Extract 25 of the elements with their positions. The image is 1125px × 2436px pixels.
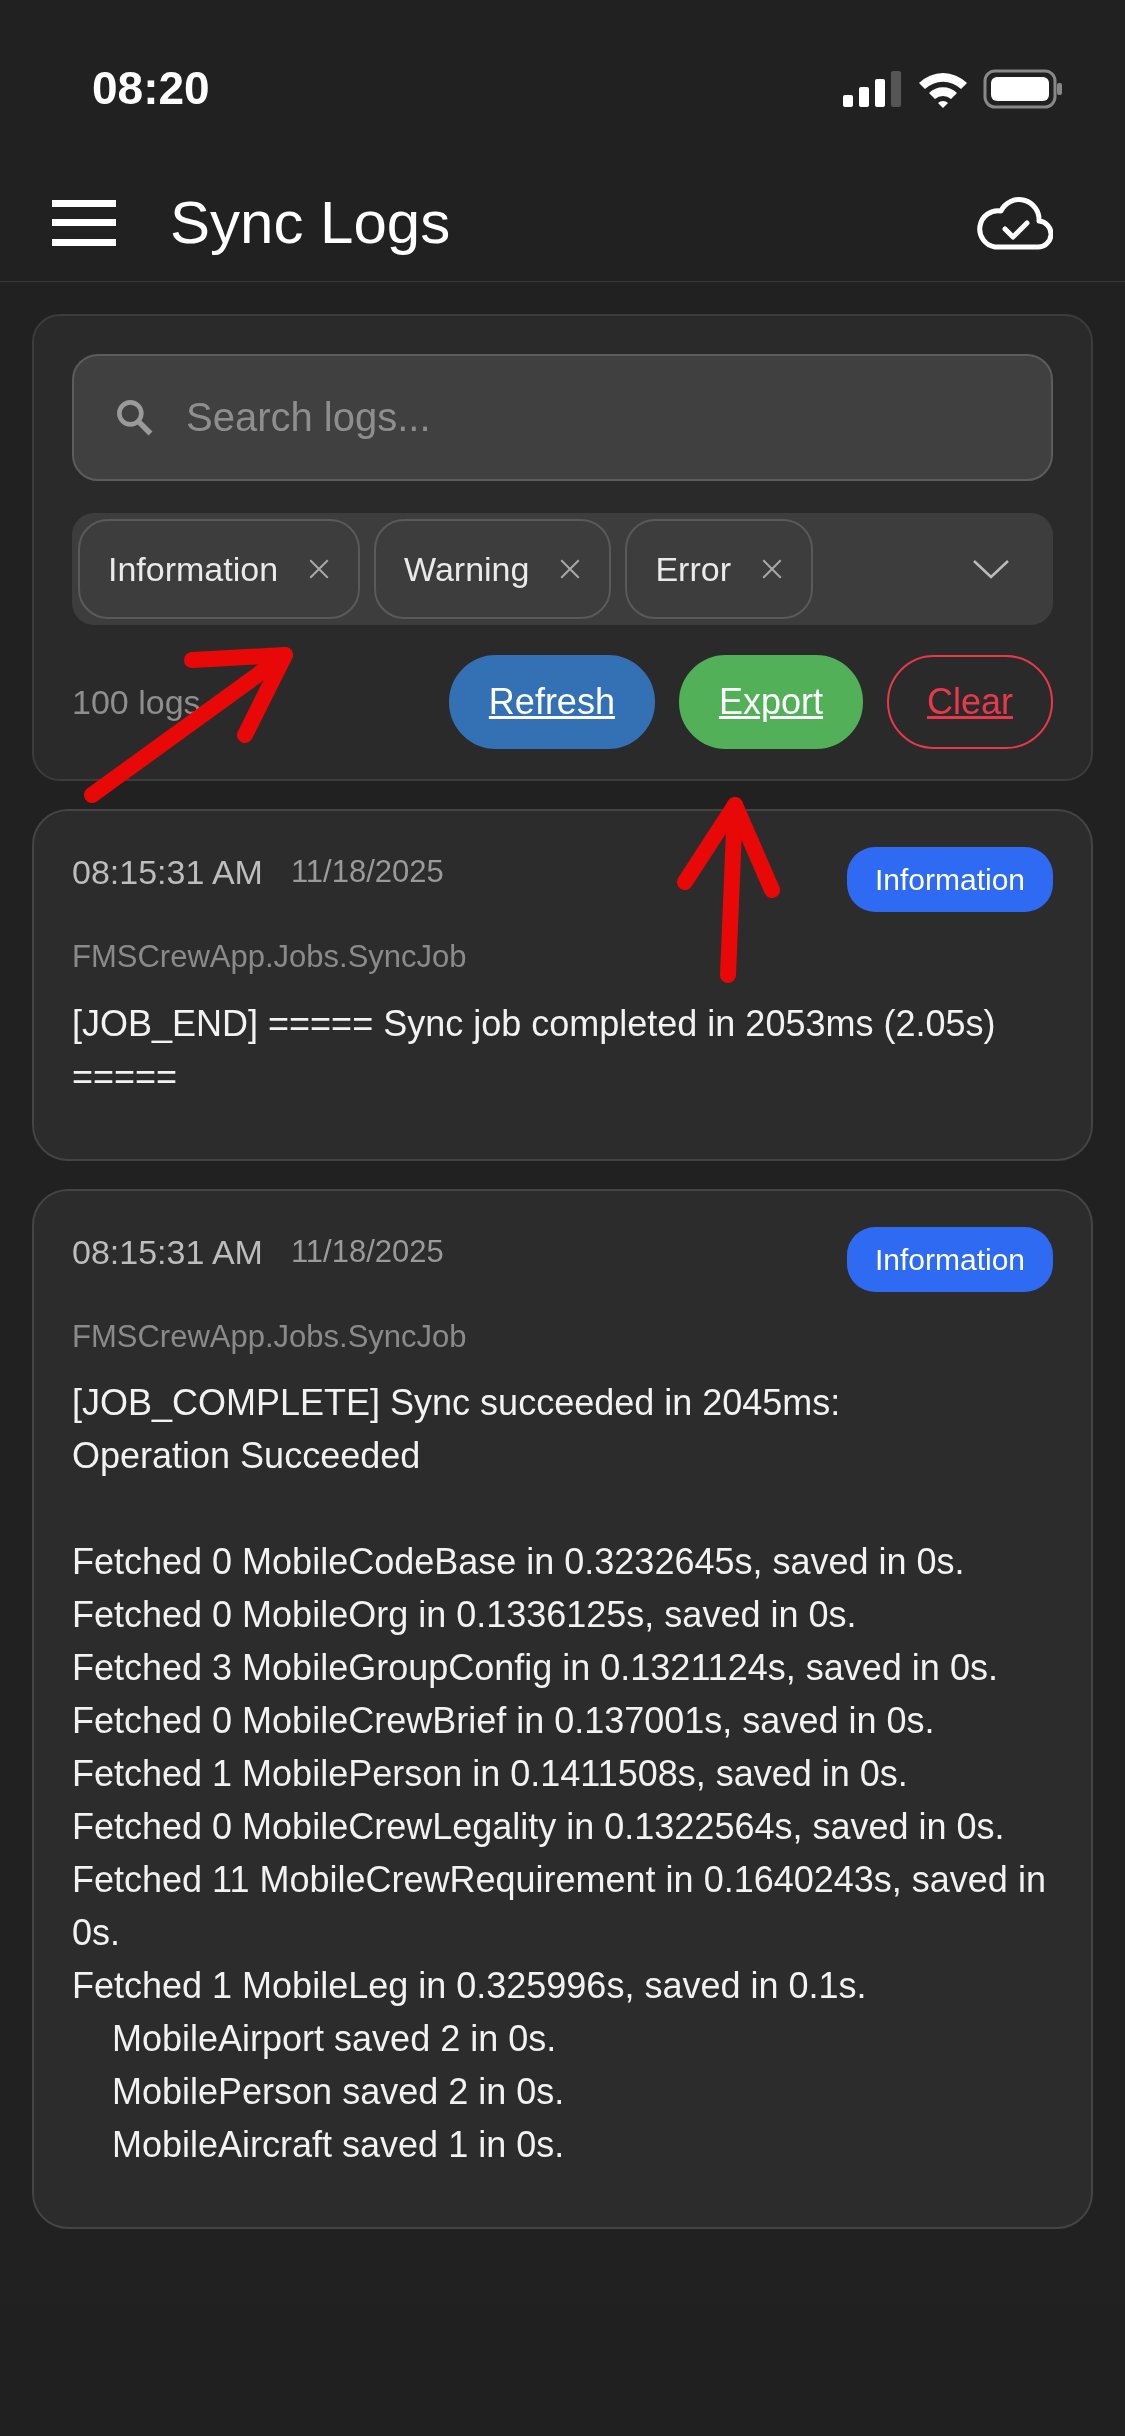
chevron-down-icon[interactable] xyxy=(971,558,1011,580)
log-source: FMSCrewApp.Jobs.SyncJob xyxy=(72,938,468,976)
level-chip[interactable]: Information xyxy=(78,519,361,619)
signal-icon xyxy=(843,70,903,107)
log-date: 11/18/2025 xyxy=(290,1232,445,1271)
action-button[interactable]: Refresh xyxy=(448,655,655,749)
action-button[interactable]: Clear xyxy=(886,655,1053,749)
level-chip[interactable]: Error xyxy=(625,519,813,619)
log-message: [JOB_END] ===== Sync job completed in 2053ms (2.05s) ===== xyxy=(72,1001,997,1099)
level-select[interactable]: Information Warning Error xyxy=(72,513,1053,625)
log-date: 11/18/2025 xyxy=(290,853,445,891)
battery-icon xyxy=(983,68,1063,109)
level-chip[interactable]: Warning xyxy=(374,519,612,619)
level-badge: Information xyxy=(846,847,1053,912)
status-time: 08:20 xyxy=(92,61,210,116)
log-message: [JOB_COMPLETE] Sync succeeded in 2045ms: Operation Succeeded Fetched 0 MobileCodeBase in 0.3232645s, saved in 0s. Fetched 0 MobileOrg in 0.1336125s, saved in 0s. Fetched 3 MobileGroupConfig in 0.1321124s, saved in 0s. Fetched 0 MobileCrewBrief in 0.137001s, saved in 0s. Fetched 1 MobilePerson in 0.1411508s, saved in 0s. Fetched 0 MobileCrewLegality in 0.1322564s, saved in 0s. Fetched 11 MobileCrewRequirement in 0.1640243s, saved in 0s. Fetched 1 MobileLeg in 0.325996s, saved in 0.1s. MobileAirport saved 2 in 0s. MobilePerson saved 2 in 0s. MobileAircraft saved 1 in 0s. xyxy=(72,1381,1047,2167)
level-badge: Information xyxy=(846,1226,1053,1292)
log-source: FMSCrewApp.Jobs.SyncJob xyxy=(72,1317,468,1356)
menu-icon[interactable] xyxy=(52,200,116,246)
page-title: Sync Logs xyxy=(170,188,452,258)
search-field[interactable]: Search logs... xyxy=(72,354,1053,481)
cloud-check-icon[interactable] xyxy=(977,195,1053,251)
log-time: 08:15:31 AM xyxy=(72,1231,263,1273)
log-time: 08:15:31 AM xyxy=(72,852,263,893)
log-count: 100 logs xyxy=(72,681,202,723)
